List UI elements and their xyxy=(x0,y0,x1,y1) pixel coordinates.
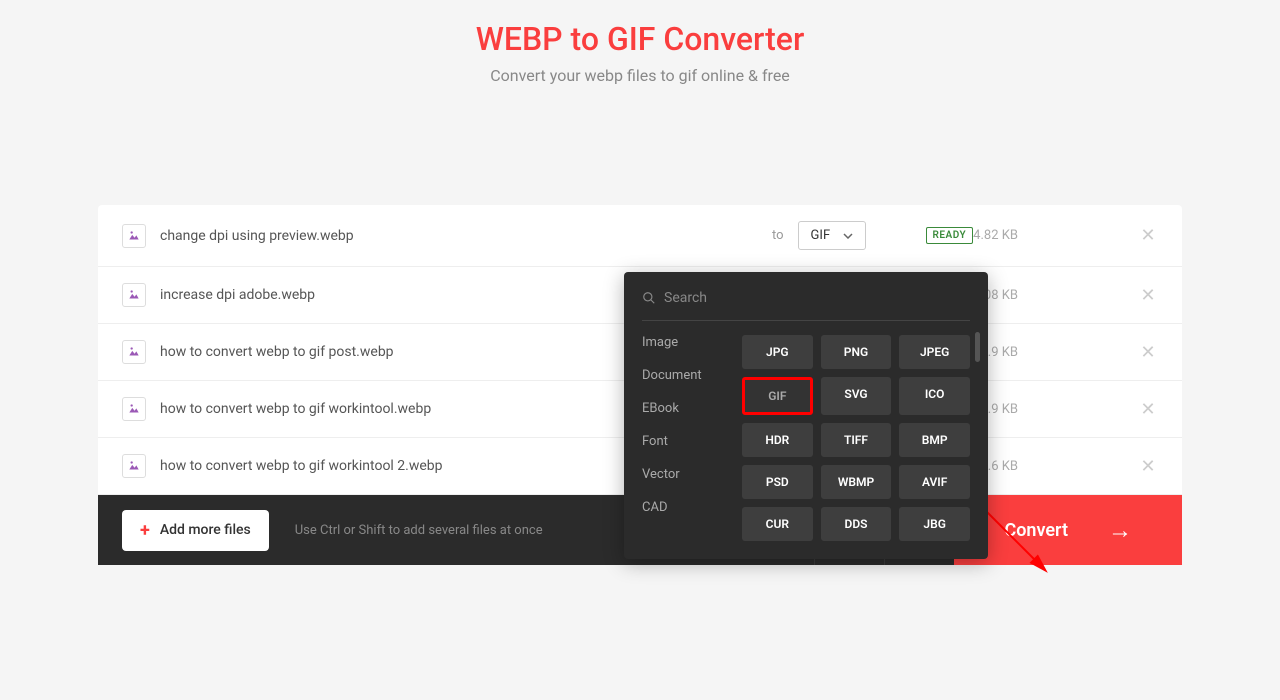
chevron-down-icon xyxy=(843,233,853,239)
file-type-icon xyxy=(122,283,146,307)
format-grid: JPGPNGJPEG GIFSVGICO HDRTIFFBMP PSDWBMPAVIF… xyxy=(742,335,970,541)
file-name: change dpi using preview.webp xyxy=(160,228,758,244)
format-option[interactable]: SVG xyxy=(821,377,892,415)
format-option[interactable]: GIF xyxy=(742,377,813,415)
plus-icon: + xyxy=(140,520,150,541)
status-badge: READY xyxy=(926,227,974,244)
format-option[interactable]: WBMP xyxy=(821,465,892,499)
format-option[interactable]: JBG xyxy=(899,507,970,541)
file-size: 4.82 KB xyxy=(973,228,1018,243)
file-type-icon xyxy=(122,454,146,478)
page-title: WEBP to GIF Converter xyxy=(0,20,1280,58)
format-option[interactable]: BMP xyxy=(899,423,970,457)
category-item[interactable]: Document xyxy=(642,368,742,383)
format-option[interactable]: CUR xyxy=(742,507,813,541)
remove-file-button[interactable]: ✕ xyxy=(1138,225,1158,246)
dropdown-search xyxy=(642,290,970,321)
file-type-icon xyxy=(122,340,146,364)
file-row: change dpi using preview.webp to GIF REA… xyxy=(98,205,1182,267)
format-option[interactable]: HDR xyxy=(742,423,813,457)
page-subtitle: Convert your webp files to gif online & … xyxy=(0,66,1280,85)
category-item[interactable]: Font xyxy=(642,434,742,449)
format-select[interactable]: GIF xyxy=(798,221,866,250)
to-label: to xyxy=(772,228,784,243)
remove-file-button[interactable]: ✕ xyxy=(1138,399,1158,420)
remove-file-button[interactable]: ✕ xyxy=(1138,285,1158,306)
convert-button[interactable]: Convert → xyxy=(954,495,1182,565)
format-categories: Image Document EBook Font Vector CAD xyxy=(642,335,742,541)
format-search-input[interactable] xyxy=(664,290,970,306)
format-option[interactable]: ICO xyxy=(899,377,970,415)
dropdown-scrollbar[interactable] xyxy=(975,332,980,362)
category-item[interactable]: EBook xyxy=(642,401,742,416)
file-type-icon xyxy=(122,397,146,421)
category-item[interactable]: Image xyxy=(642,335,742,350)
file-size: 08 KB xyxy=(984,288,1018,303)
format-option[interactable]: PSD xyxy=(742,465,813,499)
page-header: WEBP to GIF Converter Convert your webp … xyxy=(0,0,1280,95)
format-option[interactable]: PNG xyxy=(821,335,892,369)
remove-file-button[interactable]: ✕ xyxy=(1138,456,1158,477)
arrow-right-icon: → xyxy=(1108,516,1132,545)
format-option[interactable]: JPEG xyxy=(899,335,970,369)
multi-select-hint: Use Ctrl or Shift to add several files a… xyxy=(295,523,543,538)
format-value: GIF xyxy=(811,228,831,243)
format-option[interactable]: TIFF xyxy=(821,423,892,457)
format-option[interactable]: JPG xyxy=(742,335,813,369)
file-type-icon xyxy=(122,224,146,248)
search-icon xyxy=(642,291,656,305)
convert-label: Convert xyxy=(1004,520,1068,541)
category-item[interactable]: Vector xyxy=(642,467,742,482)
add-more-files-button[interactable]: + Add more files xyxy=(122,510,269,551)
format-option[interactable]: AVIF xyxy=(899,465,970,499)
add-more-label: Add more files xyxy=(160,522,251,538)
category-item[interactable]: CAD xyxy=(642,500,742,515)
format-option[interactable]: DDS xyxy=(821,507,892,541)
format-dropdown: Image Document EBook Font Vector CAD JPGPNGJP… xyxy=(624,272,988,559)
remove-file-button[interactable]: ✕ xyxy=(1138,342,1158,363)
